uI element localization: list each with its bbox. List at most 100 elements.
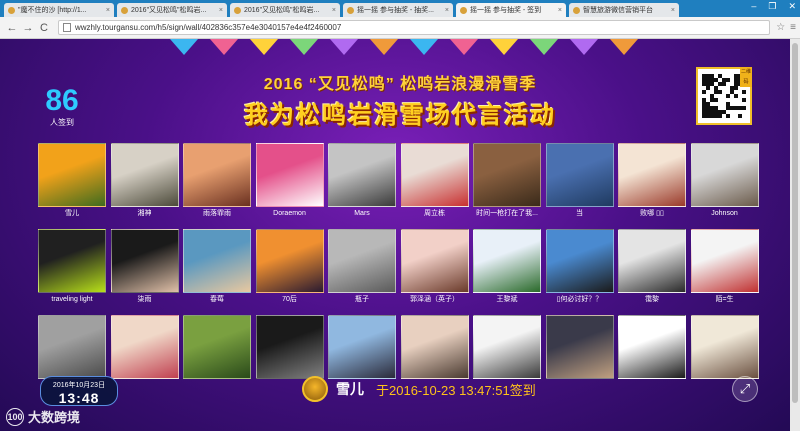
favicon-icon bbox=[347, 6, 354, 14]
participant-name: 时间一枪打在了我... bbox=[476, 210, 538, 217]
close-tab-icon[interactable]: × bbox=[106, 7, 110, 14]
browser-tab[interactable]: 摇一摇 参与抽奖 - 签到 × bbox=[456, 3, 566, 17]
browser-tab[interactable]: 智慧旅游微信营销平台 × bbox=[569, 3, 679, 17]
participant-name: 雨落霏雨 bbox=[203, 210, 231, 217]
bunting-flag bbox=[370, 39, 398, 55]
tab-title: "魔不住的沙 [http://1... bbox=[18, 7, 87, 14]
participant-name: 雪儿 bbox=[65, 210, 79, 217]
bunting-flag bbox=[290, 39, 318, 55]
close-tab-icon[interactable]: × bbox=[219, 7, 223, 14]
participant-photo bbox=[400, 143, 469, 207]
menu-icon[interactable]: ≡ bbox=[790, 22, 796, 33]
address-bar: ← → C wwzhly.tourgansu.com/h5/sign/wall/… bbox=[0, 17, 800, 39]
close-window-button[interactable]: ✕ bbox=[788, 1, 796, 12]
logo-mark-icon: 100 bbox=[6, 407, 24, 426]
participant-name bbox=[546, 379, 614, 392]
checkin-counter: 86 人签到 bbox=[42, 85, 82, 128]
bunting-flag bbox=[170, 39, 198, 55]
participant-name: 柒雨 bbox=[137, 296, 152, 303]
participant-photo bbox=[618, 315, 686, 379]
browser-tab[interactable]: 2016"又见松鸣"松鸣岩... × bbox=[117, 3, 227, 17]
participant-name: 周立栋 bbox=[424, 210, 445, 217]
scrollbar-thumb[interactable] bbox=[792, 43, 798, 403]
participant-photo bbox=[183, 229, 251, 293]
participant-card: 雨落霏雨 bbox=[183, 143, 251, 220]
participant-name: Johnson bbox=[711, 210, 738, 217]
participant-photo bbox=[545, 229, 614, 293]
participant-name: Doraemon bbox=[273, 210, 306, 217]
participant-card bbox=[183, 315, 251, 392]
favicon-icon bbox=[121, 6, 128, 14]
bunting-flag bbox=[610, 39, 638, 55]
watermark-logo: 100 大数跨境 bbox=[6, 407, 80, 426]
close-tab-icon[interactable]: × bbox=[671, 7, 675, 14]
participant-card: traveling light bbox=[38, 229, 106, 306]
maximize-button[interactable]: ❐ bbox=[768, 1, 776, 12]
url-input[interactable]: wwzhly.tourgansu.com/h5/sign/wall/402836… bbox=[58, 20, 771, 35]
participant-card: Johnson bbox=[690, 143, 759, 220]
checkin-count-label: 人签到 bbox=[50, 118, 74, 127]
participant-photo bbox=[545, 143, 614, 207]
participant-photo bbox=[255, 143, 324, 207]
participant-card: Doraemon bbox=[255, 143, 324, 220]
participant-photo bbox=[618, 229, 686, 293]
participant-photo bbox=[255, 315, 324, 379]
participant-card bbox=[110, 315, 179, 392]
participant-photo bbox=[690, 315, 759, 379]
checkin-count: 86 bbox=[45, 84, 79, 117]
participant-card: 郭泽涵（英子） bbox=[400, 229, 469, 306]
participant-photo bbox=[690, 229, 759, 293]
tab-title: 智慧旅游微信营销平台 bbox=[583, 7, 653, 14]
tab-title: 2016"又见松鸣"松鸣岩... bbox=[244, 7, 320, 14]
participant-photo bbox=[110, 229, 179, 293]
bunting-flag bbox=[530, 39, 558, 55]
participant-name: 败哪 ▯▯ bbox=[640, 210, 664, 217]
participant-photo bbox=[110, 315, 179, 379]
participant-photo bbox=[255, 229, 324, 293]
page-scrollbar[interactable] bbox=[790, 39, 800, 431]
tab-title: 摇一摇 参与抽奖 - 签到 bbox=[470, 7, 542, 14]
participant-card: 周立栋 bbox=[400, 143, 469, 220]
reload-button[interactable]: C bbox=[36, 22, 52, 34]
participant-card: 霭黎 bbox=[618, 229, 686, 306]
participant-card bbox=[618, 315, 686, 392]
window-controls: – ❐ ✕ bbox=[751, 1, 796, 12]
participant-card: 柒雨 bbox=[110, 229, 179, 306]
browser-tab[interactable]: "魔不住的沙 [http://1... × bbox=[4, 3, 114, 17]
fullscreen-button[interactable]: ⤢ bbox=[732, 376, 758, 402]
participant-card: 雪儿 bbox=[38, 143, 106, 220]
sign-wall-page: 86 人签到 2016 “又见松鸣” 松鸣岩浪漫滑雪季 我为松鸣岩滑雪场代言活动… bbox=[0, 39, 790, 431]
close-tab-icon[interactable]: × bbox=[445, 7, 449, 14]
participant-card: 70后 bbox=[255, 229, 324, 306]
participant-card: 王黎斌 bbox=[473, 229, 541, 306]
participant-photo bbox=[473, 143, 541, 207]
participant-photo bbox=[545, 315, 614, 379]
star-icon[interactable]: ☆ bbox=[776, 22, 785, 33]
participant-name: 湘神 bbox=[137, 210, 152, 217]
browser-tab-bar: "魔不住的沙 [http://1... × 2016"又见松鸣"松鸣岩... × 201… bbox=[0, 0, 800, 17]
minimize-button[interactable]: – bbox=[751, 1, 756, 12]
participant-card bbox=[545, 315, 614, 392]
favicon-icon bbox=[8, 6, 15, 14]
participant-name: 70后 bbox=[282, 296, 297, 303]
participant-name: 当 bbox=[576, 210, 583, 217]
close-tab-icon[interactable]: × bbox=[332, 7, 336, 14]
tab-title: 2016"又见松鸣"松鸣岩... bbox=[131, 7, 207, 14]
qr-code: 二维码 bbox=[696, 67, 752, 125]
latest-checkin: 雪儿 于2016-10-23 13:47:51签到 bbox=[302, 375, 536, 403]
forward-button[interactable]: → bbox=[20, 22, 36, 34]
bunting-flag bbox=[210, 39, 238, 55]
browser-tab[interactable]: 摇一摇 参与抽奖 - 抽奖... × bbox=[343, 3, 453, 17]
participant-card: 瓶子 bbox=[328, 229, 396, 306]
participant-card: 春莓 bbox=[183, 229, 251, 306]
avatar bbox=[302, 376, 328, 402]
participant-card: 败哪 ▯▯ bbox=[618, 143, 686, 220]
clock-panel: 2016年10月23日 13:48 bbox=[40, 376, 118, 406]
toolbar-icons: ☆ ≡ bbox=[776, 22, 796, 33]
participant-photo bbox=[38, 315, 106, 379]
back-button[interactable]: ← bbox=[4, 22, 20, 34]
qr-tag: 二维码 bbox=[740, 67, 752, 87]
close-tab-icon[interactable]: × bbox=[558, 7, 562, 14]
browser-tab[interactable]: 2016"又见松鸣"松鸣岩... × bbox=[230, 3, 340, 17]
participant-card: 陌=生 bbox=[690, 229, 759, 306]
